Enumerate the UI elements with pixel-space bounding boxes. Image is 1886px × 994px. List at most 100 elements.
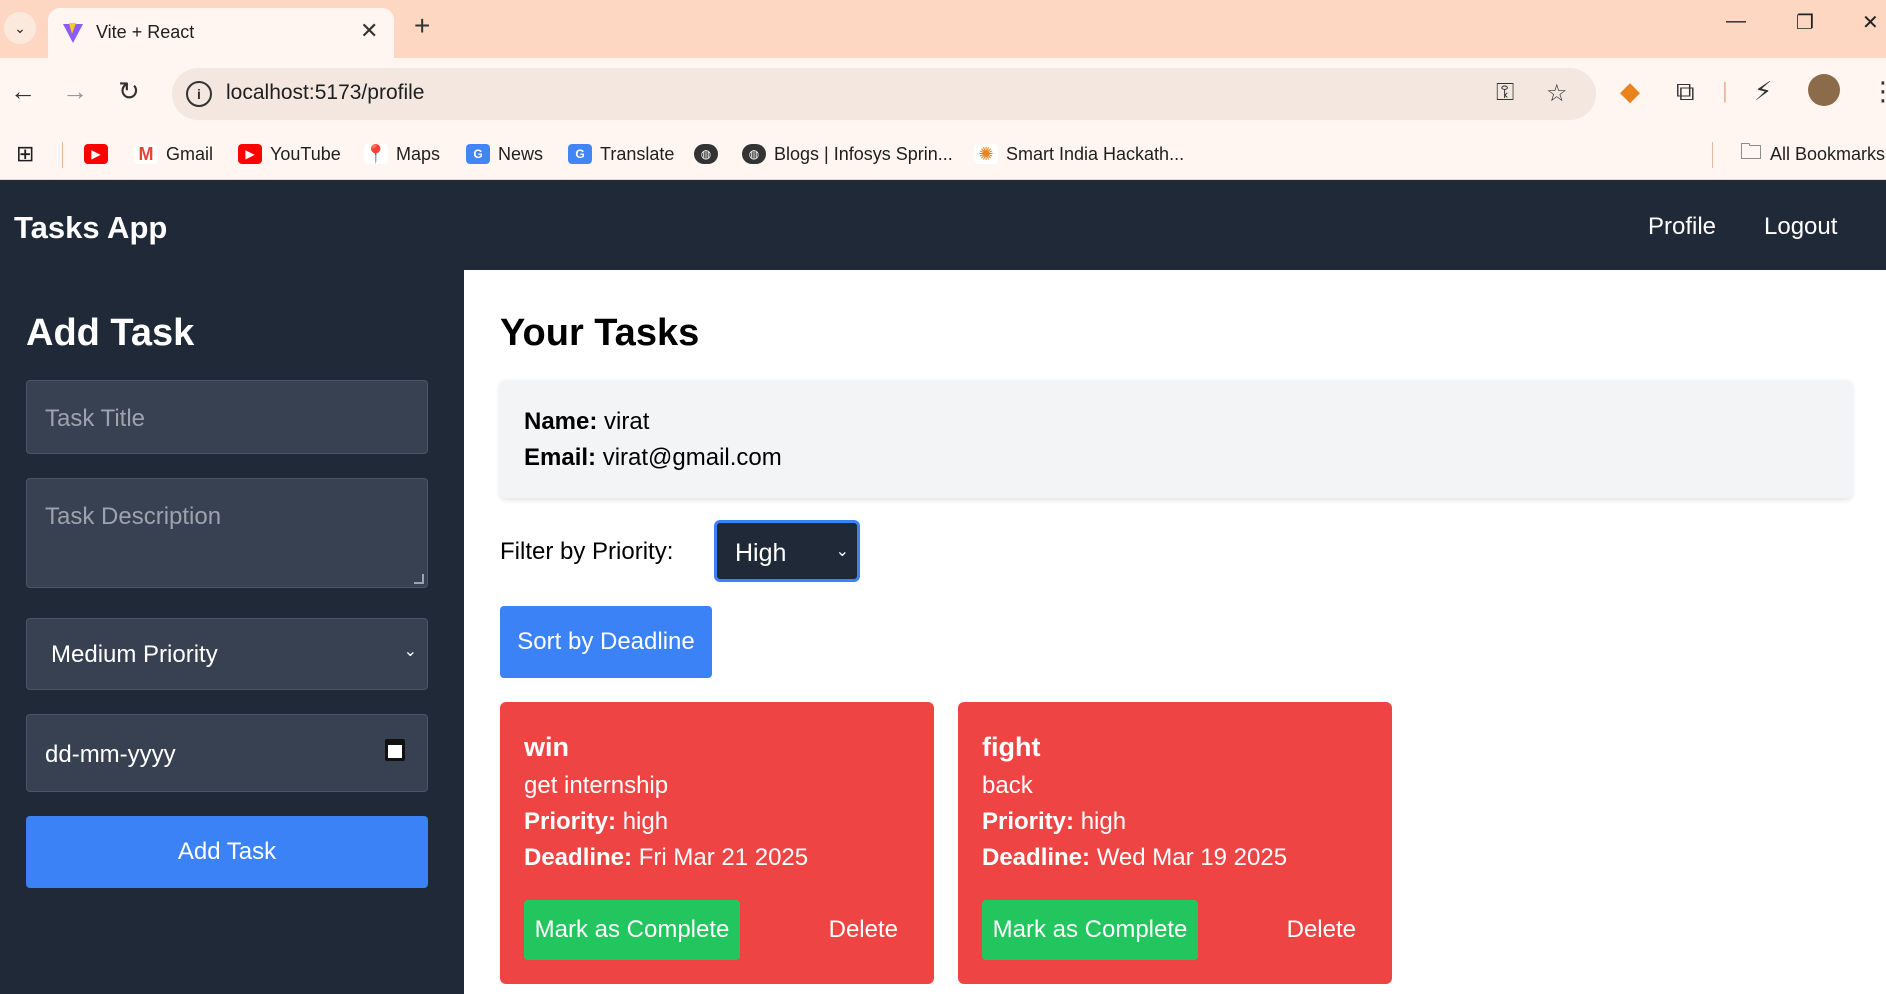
sih-icon: ✺ — [974, 144, 998, 164]
task-description-placeholder: Task Description — [45, 503, 222, 530]
youtube-icon: ▶ — [238, 144, 262, 164]
deadline-value: Wed Mar 19 2025 — [1096, 844, 1288, 871]
bookmark-label: News — [498, 143, 544, 164]
bookmark-youtube-short[interactable]: ▶ — [84, 138, 108, 170]
news-icon: G — [466, 144, 490, 164]
bookmark-globe[interactable]: ◍ — [694, 138, 718, 170]
avatar[interactable] — [1808, 74, 1840, 106]
task-description: back — [982, 772, 1033, 799]
back-icon[interactable]: ← — [10, 76, 36, 106]
task-title: win — [524, 732, 569, 762]
delete-task-button[interactable]: Delete — [829, 916, 898, 944]
priority-value: high — [1080, 808, 1127, 835]
page-title: Your Tasks — [500, 312, 700, 354]
site-info-icon[interactable]: i — [186, 81, 212, 107]
toolbar-divider: | — [1722, 78, 1728, 103]
add-task-heading: Add Task — [26, 312, 195, 354]
browser-tab[interactable]: Vite + React ✕ — [48, 8, 394, 58]
address-url[interactable]: localhost:5173/profile — [226, 81, 424, 105]
bookmark-label: YouTube — [270, 143, 341, 164]
bookmark-youtube[interactable]: ▶ YouTube — [238, 138, 341, 170]
youtube-icon: ▶ — [84, 144, 108, 164]
tab-close-icon[interactable]: ✕ — [360, 18, 378, 44]
bookmark-gmail[interactable]: M Gmail — [134, 138, 213, 170]
bookmark-news[interactable]: G News — [466, 138, 543, 170]
calendar-icon[interactable] — [385, 739, 405, 761]
bookmark-label: Maps — [396, 143, 441, 164]
priority-select[interactable]: Medium Priority ⌄ — [26, 618, 428, 690]
task-card: win get internship Priority: high Deadli… — [500, 702, 934, 984]
restore-icon[interactable]: ❐ — [1796, 10, 1814, 35]
all-bookmarks[interactable]: 🗀 All Bookmarks — [1740, 138, 1885, 170]
forward-icon[interactable]: → — [62, 76, 88, 106]
priority-filter-select[interactable]: High ⌄ — [714, 520, 860, 582]
add-task-sidebar: Add Task Task Title Task Description Med… — [0, 270, 464, 994]
task-title-input[interactable]: Task Title — [26, 380, 428, 454]
maps-icon: 📍 — [364, 143, 388, 164]
delete-task-button[interactable]: Delete — [1287, 916, 1356, 944]
deadline-date-input[interactable]: dd-mm-yyyy — [26, 714, 428, 792]
bookmark-star-icon[interactable]: ☆ — [1546, 79, 1568, 108]
chevron-down-icon: ⌄ — [835, 543, 849, 560]
app-navbar: Tasks App Profile Logout — [0, 180, 1886, 270]
bookmarks-bar: ⊞ ▶ M Gmail ▶ YouTube 📍 Maps G News G Tr… — [0, 130, 1886, 180]
performance-icon[interactable]: ⚡ — [1754, 76, 1772, 106]
app-brand[interactable]: Tasks App — [14, 210, 167, 246]
mark-complete-button[interactable]: Mark as Complete — [982, 900, 1198, 960]
add-task-button[interactable]: Add Task — [26, 816, 428, 888]
task-priority: Priority: high — [982, 808, 1126, 836]
nav-profile-link[interactable]: Profile — [1648, 213, 1716, 241]
bookmark-label: Smart India Hackath... — [1006, 143, 1185, 164]
priority-label: Priority: — [982, 808, 1075, 835]
filter-selected-value: High — [735, 539, 787, 567]
task-deadline: Deadline: Fri Mar 21 2025 — [524, 844, 808, 872]
priority-label: Priority: — [524, 808, 617, 835]
resize-handle-icon[interactable] — [414, 574, 424, 584]
task-card: fight back Priority: high Deadline: Wed … — [958, 702, 1392, 984]
bookmark-label: Blogs | Infosys Sprin... — [774, 143, 953, 164]
chevron-down-icon: ⌄ — [403, 643, 417, 660]
bookmark-translate[interactable]: G Translate — [568, 138, 674, 170]
task-title: fight — [982, 732, 1041, 762]
bookmarks-divider — [1712, 142, 1713, 168]
metamask-icon[interactable]: ◆ — [1620, 76, 1640, 106]
tab-search-icon[interactable]: ⌄ — [4, 12, 36, 44]
email-label: Email: — [524, 444, 597, 471]
password-key-icon[interactable]: ⚿ — [1496, 79, 1514, 107]
tasks-main: Your Tasks Name: virat Email: virat@gmai… — [464, 270, 1886, 994]
globe-icon: ◍ — [742, 144, 766, 164]
bookmark-label: Gmail — [166, 143, 214, 164]
extensions-icon[interactable]: ⧉ — [1676, 76, 1695, 106]
apps-grid-icon[interactable]: ⊞ — [16, 138, 34, 170]
close-window-icon[interactable]: ✕ — [1862, 10, 1879, 35]
globe-icon: ◍ — [694, 144, 718, 164]
profile-email-line: Email: virat@gmail.com — [524, 444, 782, 472]
reload-icon[interactable]: ↻ — [118, 76, 140, 106]
gmail-icon: M — [134, 144, 158, 164]
name-label: Name: — [524, 408, 598, 435]
profile-name: virat — [604, 408, 650, 435]
task-description-textarea[interactable]: Task Description — [26, 478, 428, 588]
minimize-icon[interactable]: — — [1726, 10, 1746, 33]
new-tab-icon[interactable]: + — [414, 12, 430, 40]
bookmark-maps[interactable]: 📍 Maps — [364, 138, 440, 170]
folder-icon: 🗀 — [1740, 139, 1763, 164]
priority-selected-value: Medium Priority — [51, 641, 218, 668]
bookmark-smart-india[interactable]: ✺ Smart India Hackath... — [974, 138, 1184, 170]
mark-complete-button[interactable]: Mark as Complete — [524, 900, 740, 960]
profile-name-line: Name: virat — [524, 408, 649, 436]
profile-card: Name: virat Email: virat@gmail.com — [500, 380, 1852, 498]
deadline-label: Deadline: — [524, 844, 633, 871]
browser-toolbar: ← → ↻ i localhost:5173/profile ⚿ ☆ ◆ ⧉ |… — [0, 58, 1886, 130]
date-placeholder: dd-mm-yyyy — [45, 741, 176, 768]
profile-email: virat@gmail.com — [602, 444, 782, 471]
nav-logout-link[interactable]: Logout — [1764, 213, 1837, 241]
deadline-label: Deadline: — [982, 844, 1091, 871]
sort-by-deadline-button[interactable]: Sort by Deadline — [500, 606, 712, 678]
task-priority: Priority: high — [524, 808, 668, 836]
task-title-placeholder: Task Title — [45, 405, 146, 432]
bookmark-infosys-blogs[interactable]: ◍ Blogs | Infosys Sprin... — [742, 138, 953, 170]
address-bar[interactable]: i localhost:5173/profile ⚿ ☆ — [172, 68, 1596, 120]
all-bookmarks-label: All Bookmarks — [1770, 143, 1886, 164]
menu-kebab-icon[interactable]: ⋮ — [1870, 76, 1886, 106]
